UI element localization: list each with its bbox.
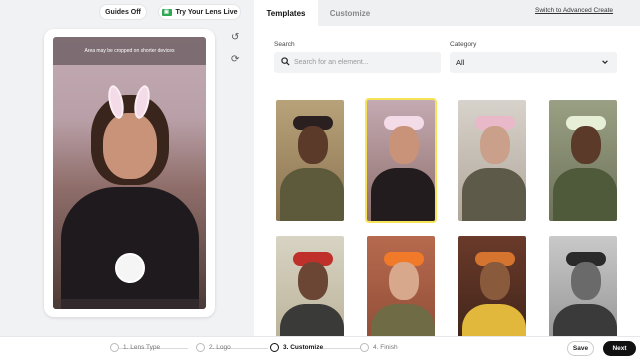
- reset-icon[interactable]: ⟳: [231, 54, 239, 65]
- snapcode-icon: ▣: [161, 8, 172, 16]
- preview-face: [103, 113, 157, 179]
- tab-bar: Templates Customize Switch to Advanced C…: [254, 0, 640, 26]
- category-select[interactable]: All: [450, 52, 617, 73]
- try-lens-label: Try Your Lens Live: [175, 8, 238, 16]
- template-card-flower-crown[interactable]: [456, 98, 528, 223]
- step-logo[interactable]: 2. Logo: [196, 343, 231, 352]
- step-lens-type[interactable]: 1. Lens Type: [110, 343, 160, 352]
- guides-label: Guides Off: [105, 8, 141, 16]
- step-dot: [110, 343, 119, 352]
- preview-shirt: [61, 187, 199, 309]
- capture-button[interactable]: [115, 253, 145, 283]
- search-label: Search: [274, 41, 295, 48]
- chevron-down-icon: [602, 60, 608, 64]
- tab-templates-label: Templates: [266, 8, 306, 18]
- undo-icon[interactable]: ↺: [231, 32, 239, 43]
- save-button-label: Save: [572, 345, 589, 352]
- tab-customize-label: Customize: [329, 8, 371, 18]
- step-dot: [360, 343, 369, 352]
- tab-customize[interactable]: Customize: [318, 0, 382, 26]
- step-label: 1. Lens Type: [123, 344, 161, 351]
- next-button[interactable]: Next: [603, 341, 636, 356]
- template-card-red-antlers[interactable]: [274, 234, 346, 336]
- step-dot: [270, 343, 279, 352]
- template-card-bear-bw[interactable]: [547, 234, 619, 336]
- editor-panel: Templates Customize Switch to Advanced C…: [254, 0, 640, 336]
- wizard-footer: 1. Lens Type 2. Logo 3. Customize 4. Fin…: [0, 336, 640, 359]
- crop-notice: Area may be cropped on shorter devices: [53, 37, 206, 65]
- step-label: 4. Finish: [373, 344, 398, 351]
- template-card-puppy-glow[interactable]: [456, 234, 528, 336]
- search-input[interactable]: Search for an element...: [274, 52, 441, 73]
- step-customize[interactable]: 3. Customize: [270, 343, 323, 352]
- step-label: 3. Customize: [283, 344, 324, 351]
- category-label: Category: [450, 41, 477, 48]
- step-connector: [322, 348, 362, 349]
- template-card-flower-headband[interactable]: [365, 234, 437, 336]
- search-placeholder: Search for an element...: [294, 59, 369, 66]
- phone-preview: Area may be cropped on shorter devices: [44, 29, 215, 317]
- template-card-daisy-crown[interactable]: [547, 98, 619, 223]
- crop-notice-text: Area may be cropped on shorter devices: [84, 48, 175, 54]
- template-card-bear-ears[interactable]: [274, 98, 346, 223]
- step-finish[interactable]: 4. Finish: [360, 343, 398, 352]
- search-icon: [281, 57, 290, 66]
- category-value: All: [456, 58, 465, 67]
- guides-toggle[interactable]: Guides Off: [99, 4, 147, 20]
- save-button[interactable]: Save: [567, 341, 594, 356]
- step-label: 2. Logo: [209, 344, 231, 351]
- crop-bottom-bar: [53, 299, 206, 309]
- template-card-bunny-ears[interactable]: [365, 98, 437, 223]
- template-grid: [274, 98, 620, 336]
- tab-templates[interactable]: Templates: [254, 0, 318, 26]
- preview-screen: Area may be cropped on shorter devices: [53, 37, 206, 309]
- preview-panel: Guides Off ▣ Try Your Lens Live Area may…: [0, 0, 254, 336]
- next-button-label: Next: [612, 345, 627, 352]
- try-lens-live-button[interactable]: ▣ Try Your Lens Live: [158, 4, 241, 20]
- advanced-create-link[interactable]: Switch to Advanced Create: [535, 7, 613, 14]
- step-dot: [196, 343, 205, 352]
